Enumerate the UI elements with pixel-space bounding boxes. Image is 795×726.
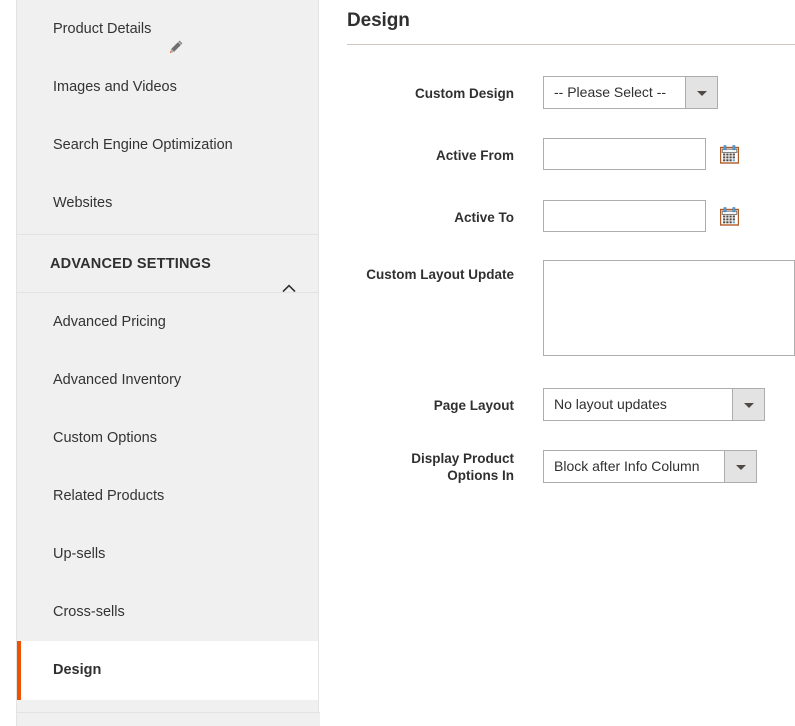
sidebar-basic-group: Product Details Images and Videos Search… <box>17 0 318 235</box>
sidebar-item-label: Design <box>53 662 102 679</box>
sidebar-section-advanced-settings[interactable]: ADVANCED SETTINGS <box>17 235 318 293</box>
sidebar-section-label: ADVANCED SETTINGS <box>50 256 212 272</box>
sidebar-item-advanced-inventory[interactable]: Advanced Inventory <box>17 351 318 409</box>
page-layout-control: No layout updates <box>543 388 765 421</box>
sidebar-item-label: Product Details <box>53 21 152 38</box>
sidebar-advanced-group: Advanced Pricing Advanced Inventory Cust… <box>17 293 318 700</box>
active-to-input[interactable] <box>543 200 706 232</box>
sidebar-item-websites[interactable]: Websites <box>17 174 318 232</box>
custom-design-label: Custom Design <box>414 86 514 101</box>
custom-design-control: -- Please Select -- <box>543 76 718 109</box>
active-from-control <box>543 138 740 170</box>
custom-layout-update-control <box>543 260 795 356</box>
sidebar-item-label: Cross-sells <box>53 604 125 621</box>
sidebar-item-related-products[interactable]: Related Products <box>17 467 318 525</box>
calendar-icon[interactable] <box>720 144 740 164</box>
active-from-input[interactable] <box>543 138 706 170</box>
title-divider <box>347 44 795 45</box>
sidebar-item-design[interactable]: Design <box>17 641 318 700</box>
product-edit-screen: Product Details Images and Videos Search… <box>0 0 795 726</box>
custom-layout-update-label: Custom Layout Update <box>366 267 514 282</box>
pencil-icon[interactable] <box>169 21 184 53</box>
sidebar-item-custom-options[interactable]: Custom Options <box>17 409 318 467</box>
page-layout-dropdown-button[interactable] <box>732 389 764 420</box>
design-section-panel: Design Custom Design -- Please Select --… <box>347 0 795 726</box>
display-product-options-in-control: Block after Info Column <box>543 450 757 483</box>
sidebar-item-label: Related Products <box>53 488 165 505</box>
display-product-options-in-dropdown-button[interactable] <box>724 451 756 482</box>
sidebar-item-images-and-videos[interactable]: Images and Videos <box>17 58 318 116</box>
sidebar-item-label: Websites <box>53 195 113 212</box>
sidebar-item-label: Advanced Pricing <box>53 314 166 331</box>
active-from-label: Active From <box>435 148 514 163</box>
product-section-sidebar: Product Details Images and Videos Search… <box>16 0 320 726</box>
chevron-down-icon <box>735 464 746 470</box>
page-layout-selected-value: No layout updates <box>554 396 667 412</box>
display-product-options-in-select[interactable]: Block after Info Column <box>543 450 757 483</box>
active-to-control <box>543 200 740 232</box>
chevron-down-icon <box>696 90 707 96</box>
sidebar-item-cross-sells[interactable]: Cross-sells <box>17 583 318 641</box>
sidebar-item-up-sells[interactable]: Up-sells <box>17 525 318 583</box>
custom-design-select[interactable]: -- Please Select -- <box>543 76 718 109</box>
chevron-down-icon <box>743 402 754 408</box>
display-product-options-in-label-line2: Options In <box>447 468 514 483</box>
page-title: Design <box>347 10 410 31</box>
custom-layout-update-textarea[interactable] <box>543 260 795 356</box>
sidebar-item-product-details[interactable]: Product Details <box>17 0 318 58</box>
sidebar-item-label: Up-sells <box>53 546 106 563</box>
display-product-options-in-label: Display Product Options In <box>347 450 514 484</box>
page-layout-select[interactable]: No layout updates <box>543 388 765 421</box>
sidebar-item-label: Images and Videos <box>53 79 177 96</box>
custom-design-dropdown-button[interactable] <box>685 77 717 108</box>
calendar-icon[interactable] <box>720 206 740 226</box>
active-to-label: Active To <box>454 210 514 225</box>
display-product-options-in-label-line1: Display Product <box>411 451 514 466</box>
sidebar-item-advanced-pricing[interactable]: Advanced Pricing <box>17 293 318 351</box>
sidebar-item-label: Advanced Inventory <box>53 372 182 389</box>
sidebar-item-label: Search Engine Optimization <box>53 137 233 154</box>
sidebar-bottom-filler <box>17 712 320 726</box>
page-layout-label: Page Layout <box>433 398 514 413</box>
chevron-up-icon <box>282 260 296 292</box>
sidebar-item-label: Custom Options <box>53 430 157 447</box>
sidebar-item-search-engine-optimization[interactable]: Search Engine Optimization <box>17 116 318 174</box>
